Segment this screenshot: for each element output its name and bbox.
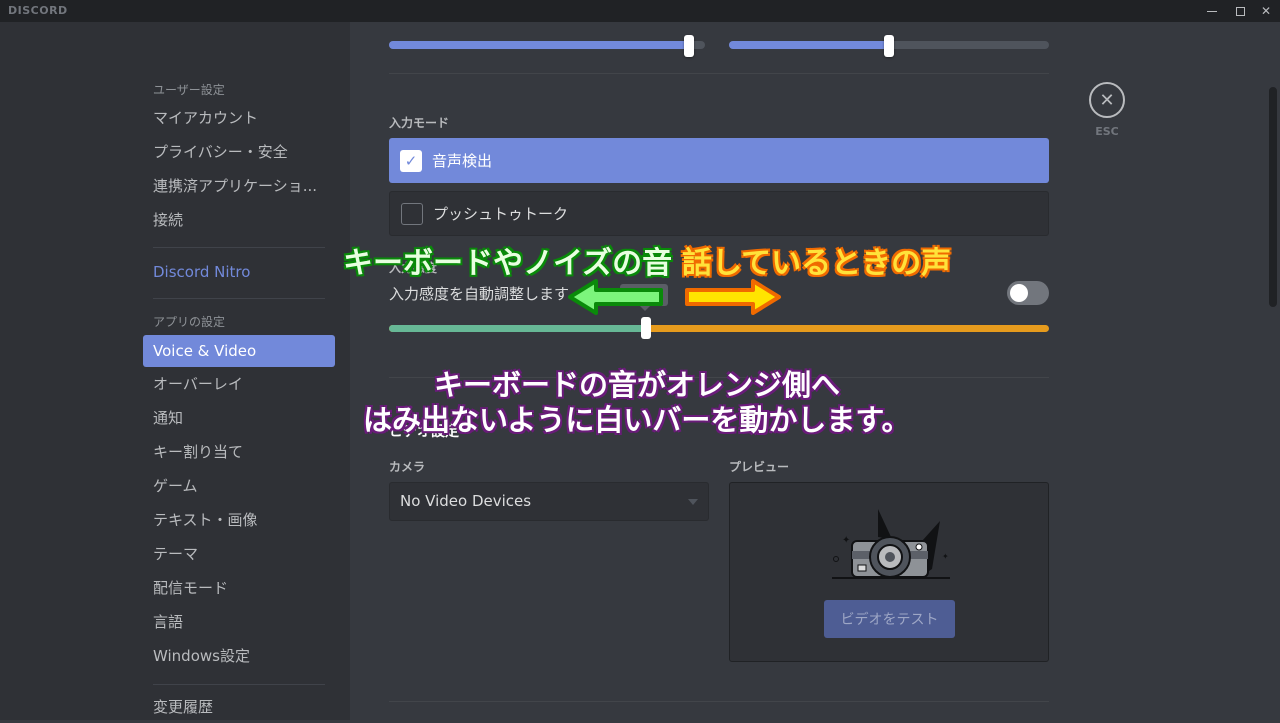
minimize-icon <box>1207 10 1217 12</box>
sidebar-item-appearance[interactable]: テーマ <box>143 538 335 570</box>
sidebar-item-overlay[interactable]: オーバーレイ <box>143 368 335 400</box>
sidebar-item-language[interactable]: 言語 <box>143 606 335 638</box>
input-mode-voice-activity[interactable]: ✓ 音声検出 <box>389 138 1049 183</box>
close-settings-button[interactable]: ✕ <box>1089 82 1125 118</box>
input-mode-push-to-talk[interactable]: プッシュトゥトーク <box>389 191 1049 236</box>
input-volume-slider[interactable] <box>389 35 705 57</box>
app-settings-header: アプリの設定 <box>153 315 226 329</box>
esc-label: ESC <box>1095 125 1119 138</box>
output-volume-knob[interactable] <box>884 35 894 57</box>
checkbox-empty-icon <box>401 202 423 225</box>
toggle-knob <box>1010 284 1028 302</box>
sidebar-item-streamer-mode[interactable]: 配信モード <box>143 572 335 604</box>
svg-text:✦: ✦ <box>942 552 949 561</box>
sidebar-item-keybinds[interactable]: キー割り当て <box>143 436 335 468</box>
output-volume-slider[interactable] <box>729 35 1049 57</box>
svg-text:✦: ✦ <box>842 535 850 546</box>
sidebar-divider <box>153 684 325 685</box>
section-divider <box>389 701 1049 702</box>
video-preview-box: ✦ ✦ ビデオをテスト <box>729 482 1049 662</box>
input-volume-knob[interactable] <box>684 35 695 57</box>
sensitivity-below-threshold <box>389 325 647 332</box>
sensitivity-slider[interactable] <box>389 325 1049 332</box>
test-video-button[interactable]: ビデオをテスト <box>824 600 955 638</box>
caption-voice: 話しているときの声 <box>682 246 952 281</box>
sidebar-item-text-images[interactable]: テキスト・画像 <box>143 504 335 536</box>
sidebar-item-changelog[interactable]: 変更履歴 <box>143 691 335 723</box>
camera-label: カメラ <box>389 460 426 474</box>
scrollbar-thumb[interactable] <box>1269 87 1277 307</box>
camera-select[interactable]: No Video Devices <box>389 482 709 521</box>
camera-select-value: No Video Devices <box>400 492 532 510</box>
maximize-icon <box>1235 6 1245 16</box>
sidebar-divider <box>153 247 325 248</box>
user-settings-header: ユーザー設定 <box>153 83 225 97</box>
discord-logo: DISCORD <box>8 4 68 17</box>
close-icon: ✕ <box>1099 89 1115 111</box>
sidebar-item-connections[interactable]: 接続 <box>143 204 335 236</box>
output-volume-fill <box>729 41 889 49</box>
minimize-button[interactable] <box>1198 0 1226 22</box>
sidebar-item-notifications[interactable]: 通知 <box>143 402 335 434</box>
sidebar-item-my-account[interactable]: マイアカウント <box>143 102 335 134</box>
title-bar: DISCORD ✕ <box>0 0 1280 22</box>
camera-illustration-icon: ✦ ✦ <box>832 509 950 579</box>
arrow-right-icon <box>685 279 781 315</box>
sidebar-item-privacy-safety[interactable]: プライバシー・安全 <box>143 136 335 168</box>
caption-instruction-line2: はみ出ないように白いバーを動かします。 <box>363 403 911 437</box>
sidebar-item-windows-settings[interactable]: Windows設定 <box>143 640 335 672</box>
auto-sensitivity-label: 入力感度を自動調整します <box>389 285 570 303</box>
maximize-button[interactable] <box>1226 0 1254 22</box>
input-mode-label: 入力モード <box>389 116 450 130</box>
sidebar-item-nitro[interactable]: Discord Nitro <box>143 256 335 288</box>
chevron-down-icon <box>688 499 698 505</box>
section-divider <box>389 73 1049 74</box>
push-to-talk-label: プッシュトゥトーク <box>433 205 569 223</box>
caption-noise: キーボードやノイズの音 <box>343 246 673 281</box>
input-volume-fill <box>389 41 690 49</box>
sidebar-item-voice-video[interactable]: Voice & Video <box>143 335 335 367</box>
sensitivity-knob[interactable] <box>641 317 652 339</box>
arrow-left-icon <box>568 279 663 315</box>
auto-sensitivity-toggle[interactable] <box>1007 281 1049 305</box>
preview-label: プレビュー <box>729 460 790 474</box>
close-icon: ✕ <box>1260 4 1272 18</box>
sidebar-divider <box>153 298 325 299</box>
sidebar-item-games[interactable]: ゲーム <box>143 470 335 502</box>
voice-activity-label: 音声検出 <box>432 152 493 170</box>
close-window-button[interactable]: ✕ <box>1252 0 1280 22</box>
checkmark-icon: ✓ <box>400 149 422 172</box>
sidebar-item-authorized-apps[interactable]: 連携済アプリケーショ... <box>143 170 335 202</box>
